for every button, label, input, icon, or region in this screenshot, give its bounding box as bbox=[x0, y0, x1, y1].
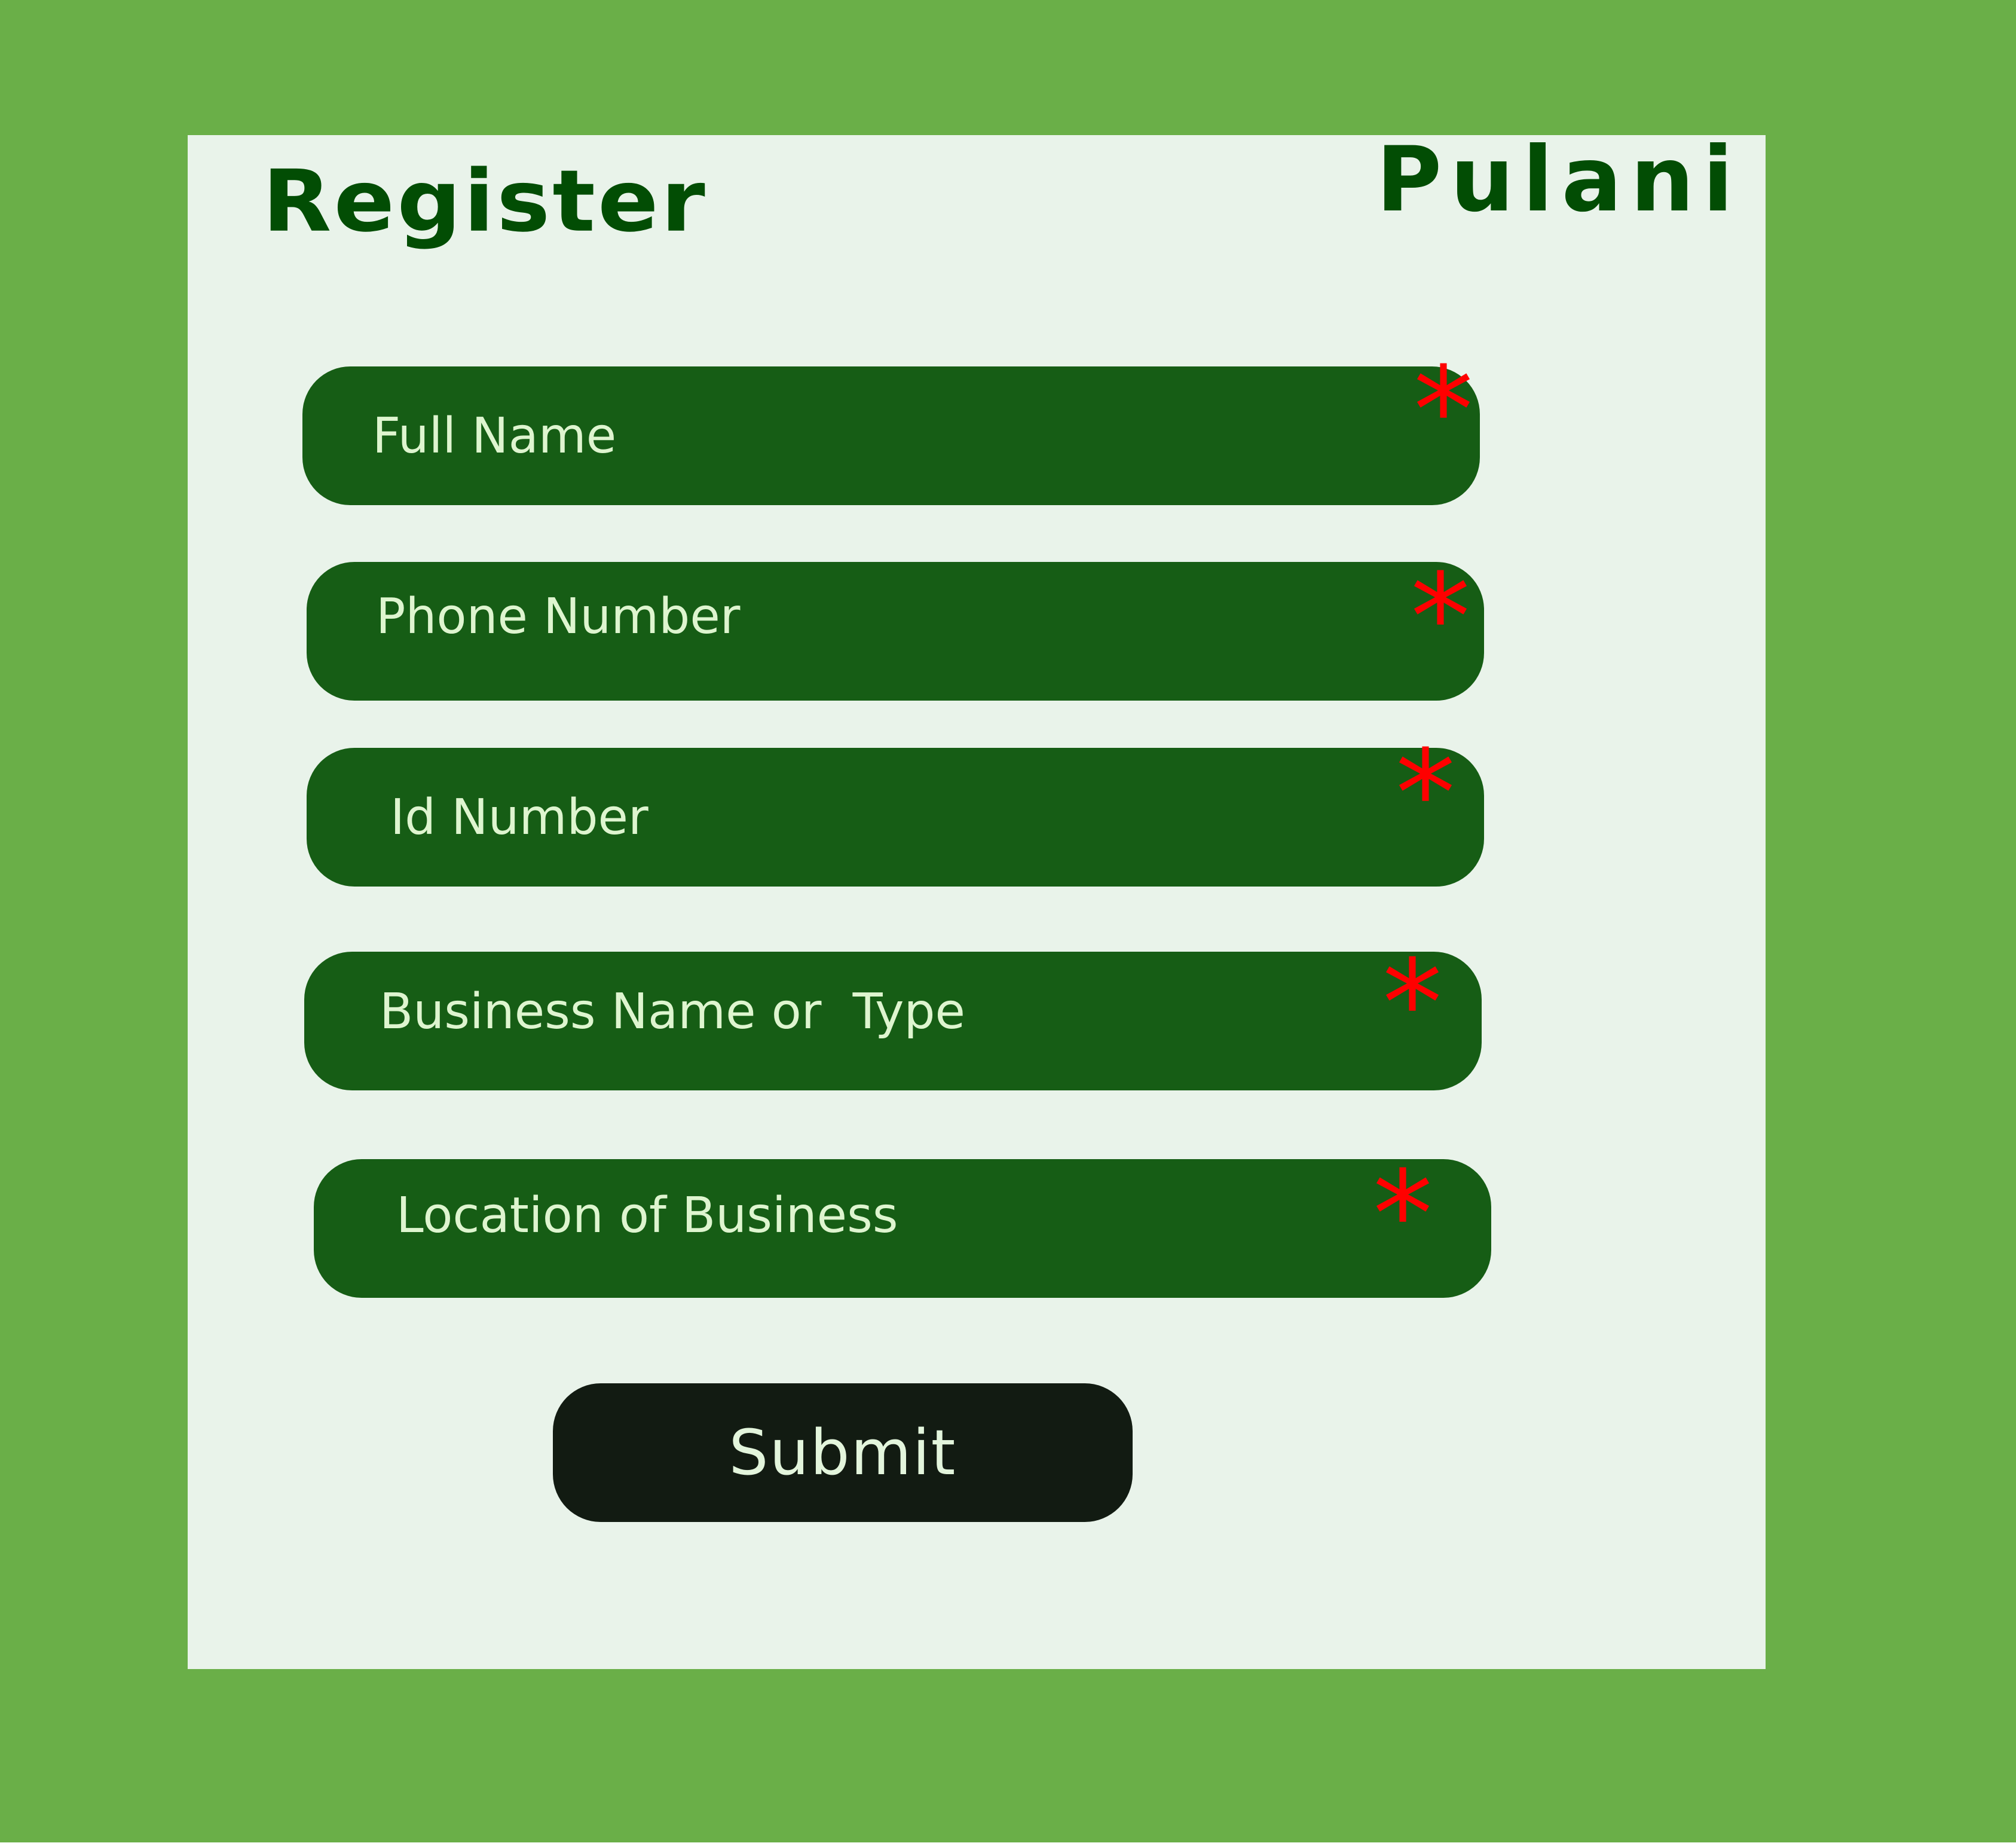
id-number-field[interactable]: Id Number * bbox=[307, 735, 1484, 887]
required-asterisk-icon: * bbox=[1414, 341, 1473, 481]
full-name-placeholder: Full Name bbox=[372, 407, 617, 464]
required-asterisk-icon: * bbox=[1396, 725, 1455, 864]
brand-logo: Pulani bbox=[1376, 128, 1742, 232]
required-asterisk-icon: * bbox=[1382, 934, 1442, 1074]
frame-bottom-edge bbox=[0, 1842, 2016, 1846]
page-title: Register bbox=[262, 152, 708, 251]
business-name-field[interactable]: Business Name or Type * bbox=[304, 945, 1482, 1090]
business-name-placeholder: Business Name or Type bbox=[380, 983, 965, 1040]
phone-number-placeholder: Phone Number bbox=[376, 588, 741, 645]
required-asterisk-icon: * bbox=[1373, 1145, 1433, 1285]
business-location-placeholder: Location of Business bbox=[396, 1187, 898, 1244]
submit-button[interactable]: Submit bbox=[553, 1383, 1133, 1522]
register-card: Register Pulani Full Name * Phone Number… bbox=[188, 135, 1766, 1669]
id-number-placeholder: Id Number bbox=[390, 788, 648, 846]
phone-number-field[interactable]: Phone Number * bbox=[307, 558, 1484, 701]
required-asterisk-icon: * bbox=[1411, 548, 1470, 687]
full-name-field[interactable]: Full Name * bbox=[302, 352, 1480, 505]
business-location-field[interactable]: Location of Business * bbox=[314, 1145, 1491, 1298]
